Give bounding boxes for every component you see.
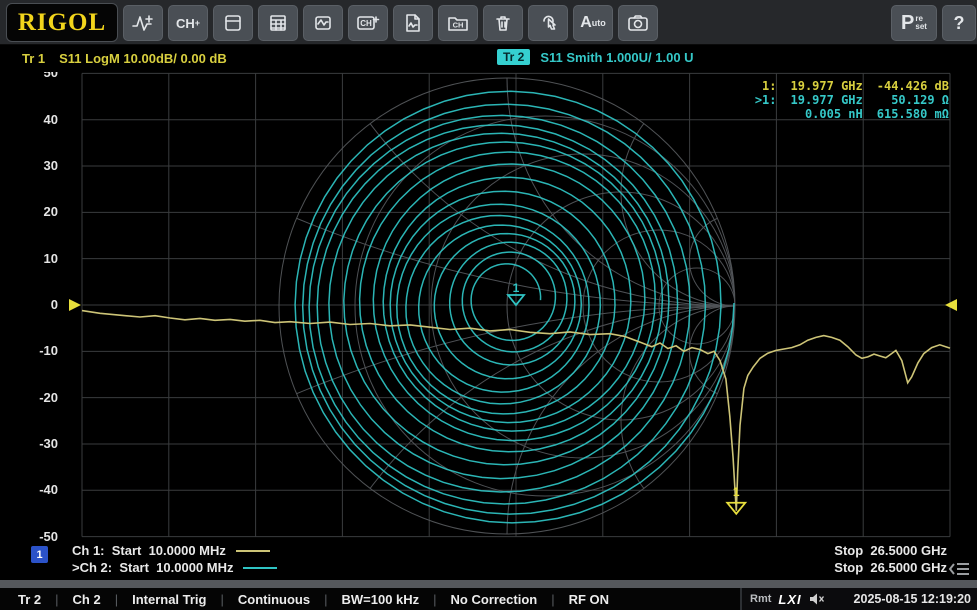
trace-add-button[interactable] — [123, 5, 163, 41]
trace-window-icon — [313, 13, 333, 33]
channel1-stop: Stop 26.5000 GHz — [834, 543, 947, 558]
preset-label-big: P — [901, 12, 914, 35]
trace-info-row: Tr 1 S11 LogM 10.00dB/ 0.00 dB Tr 2 S11 … — [0, 44, 977, 72]
toolbar: RIGOL CH+ — [0, 0, 977, 45]
y-axis-tick-label: 0 — [24, 297, 58, 312]
rigol-logo: RIGOL — [6, 3, 118, 42]
trace1-label: Tr 1 — [22, 51, 45, 66]
screenshot-button[interactable] — [618, 5, 658, 41]
channel2-stop: Stop 26.5000 GHz — [834, 560, 947, 575]
logo-text: RIGOL — [18, 9, 106, 37]
channel2-trace-swatch — [243, 567, 277, 569]
y-axis-tick-label: 10 — [24, 251, 58, 266]
status-correction[interactable]: No Correction — [437, 592, 552, 607]
delete-button[interactable] — [483, 5, 523, 41]
preset-button[interactable]: P re set — [891, 5, 937, 41]
status-active-trace[interactable]: Tr 2 — [18, 592, 55, 607]
trace2-info[interactable]: Tr 2 S11 Smith 1.000U/ 1.00 U — [497, 49, 694, 65]
trace2-active-badge: Tr 2 — [497, 49, 530, 65]
y-axis-tick-label: -20 — [24, 390, 58, 405]
touch-icon — [538, 13, 558, 33]
channel1-info[interactable]: Ch 1: Start 10.0000 MHz — [72, 543, 270, 558]
waveform-add-icon — [131, 13, 155, 33]
marker-readout-row: >1: 19.977 GHz 50.129 Ω — [741, 93, 949, 107]
y-axis-tick-label: -10 — [24, 343, 58, 358]
channel-window-button[interactable]: CH — [348, 5, 388, 41]
trace1-settings: S11 LogM 10.00dB/ 0.00 dB — [59, 51, 227, 66]
status-sweep-mode[interactable]: Continuous — [224, 592, 324, 607]
y-axis-tick-label: -40 — [24, 482, 58, 497]
marker-readout-row: 1: 19.977 GHz -44.426 dB — [741, 79, 949, 93]
trace-window-button[interactable] — [303, 5, 343, 41]
screen-divider — [0, 580, 977, 588]
recall-channel-file-button[interactable]: CH — [438, 5, 478, 41]
y-axis-tick-label: 40 — [24, 112, 58, 127]
file-channel-icon: CH — [447, 13, 469, 33]
auto-scale-button[interactable]: Auto — [573, 5, 613, 41]
marker-readout: 1: 19.977 GHz -44.426 dB >1: 19.977 GHz … — [741, 79, 949, 121]
trace2-settings: S11 Smith 1.000U/ 1.00 U — [540, 50, 693, 65]
channel1-trace-swatch — [236, 550, 270, 552]
y-axis-tick-label: -50 — [24, 529, 58, 544]
status-active-channel[interactable]: Ch 2 — [59, 592, 115, 607]
file-trace-icon — [403, 13, 423, 33]
active-window-badge: 1 — [31, 546, 48, 563]
window-layout-button[interactable] — [213, 5, 253, 41]
touch-button[interactable] — [528, 5, 568, 41]
measure-table-icon — [268, 13, 288, 33]
remote-indicator: Rmt — [750, 593, 771, 605]
svg-text:CH: CH — [360, 19, 372, 28]
status-datetime: 2025-08-15 12:19:20 — [854, 592, 971, 606]
status-trigger[interactable]: Internal Trig — [118, 592, 220, 607]
svg-text:CH: CH — [453, 21, 464, 30]
status-bar: Tr 2 | Ch 2 | Internal Trig | Continuous… — [0, 588, 977, 610]
camera-icon — [627, 13, 649, 33]
trace1-info[interactable]: Tr 1 S11 LogM 10.00dB/ 0.00 dB — [22, 51, 227, 66]
toolbar-right-group: P re set ? — [891, 5, 976, 41]
y-axis-tick-label: 30 — [24, 158, 58, 173]
auto-label: A — [580, 14, 592, 32]
marker-readout-row: 0.005 nH 615.580 mΩ — [741, 107, 949, 121]
status-right: Rmt LXI 2025-08-15 12:19:20 — [740, 588, 977, 610]
status-if-bandwidth[interactable]: BW=100 kHz — [327, 592, 433, 607]
window-layout-icon — [223, 13, 243, 33]
trash-icon — [493, 13, 513, 33]
lxi-logo: LXI — [778, 592, 801, 607]
channel-add-button[interactable]: CH+ — [168, 5, 208, 41]
status-rf-state[interactable]: RF ON — [555, 592, 623, 607]
channel-add-label: CH — [176, 16, 195, 31]
y-axis-tick-label: 20 — [24, 204, 58, 219]
help-button[interactable]: ? — [942, 5, 976, 41]
status-left: Tr 2 | Ch 2 | Internal Trig | Continuous… — [0, 592, 623, 607]
vna-screen: 1 1 RIGOL CH+ — [0, 0, 977, 610]
measure-table-button[interactable] — [258, 5, 298, 41]
toolbar-left-group: CH+ CH — [123, 5, 658, 41]
help-icon: ? — [954, 13, 965, 34]
y-axis-tick-label: -30 — [24, 436, 58, 451]
channel2-info[interactable]: >Ch 2: Start 10.0000 MHz — [72, 560, 277, 575]
speaker-muted-icon[interactable] — [809, 592, 825, 606]
save-trace-file-button[interactable] — [393, 5, 433, 41]
svg-text:1: 1 — [513, 281, 520, 295]
svg-text:1: 1 — [733, 485, 740, 499]
channel-window-icon: CH — [356, 13, 380, 33]
